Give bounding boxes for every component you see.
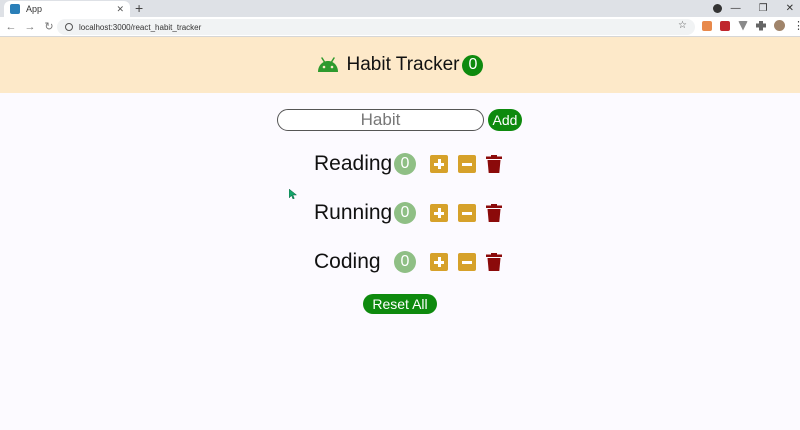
minimize-icon[interactable]: — [731,3,741,14]
extension-icon-2[interactable] [720,20,730,31]
total-count-badge: 0 [462,54,484,76]
habit-row: Running 0 [314,200,502,226]
puzzle-extensions-icon[interactable] [756,20,766,31]
trash-icon[interactable] [486,204,502,222]
minus-square-icon[interactable] [458,253,476,271]
trash-icon[interactable] [486,253,502,271]
browser-tabstrip: App ✕ + — ❐ ✕ [0,0,800,17]
profile-avatar[interactable] [774,20,785,31]
plus-square-icon[interactable] [430,155,448,173]
habit-count-badge: 0 [394,202,416,224]
browser-profile-icon[interactable] [713,4,722,13]
habit-name: Reading [314,152,393,175]
mouse-cursor-icon [289,189,297,199]
tab-close-icon[interactable]: ✕ [116,4,124,15]
add-button[interactable]: Add [488,109,522,131]
plus-square-icon[interactable] [430,253,448,271]
extension-icon-3[interactable] [738,20,748,31]
browser-tab[interactable]: App ✕ [4,1,130,17]
react-favicon-icon [10,4,20,14]
close-window-icon[interactable]: ✕ [786,3,794,14]
extension-icon-1[interactable] [702,20,712,31]
reload-icon[interactable]: ↻ [41,20,57,33]
window-controls: — ❐ ✕ [731,0,794,17]
minus-square-icon[interactable] [458,204,476,222]
minus-square-icon[interactable] [458,155,476,173]
add-habit-form: Add [277,109,522,131]
bookmark-star-icon[interactable]: ☆ [678,20,687,31]
url-text[interactable]: localhost:3000/react_habit_tracker [79,23,201,32]
forward-icon[interactable]: → [22,21,38,33]
habit-name: Coding [314,250,381,273]
browser-menu-icon[interactable]: ⋮ [793,20,800,31]
tab-title: App [26,4,43,14]
browser-toolbar: ← → ↻ localhost:3000/react_habit_tracker… [0,17,800,37]
habit-name: Running [314,201,393,224]
trash-icon[interactable] [486,155,502,173]
habit-input[interactable] [277,109,484,131]
reset-all-button[interactable]: Reset All [363,294,437,314]
extensions-area: ⋮ [702,20,800,31]
app-header: Habit Tracker 0 [0,37,800,93]
habit-count-badge: 0 [394,153,416,175]
info-icon[interactable] [65,23,73,31]
address-bar[interactable]: localhost:3000/react_habit_tracker ☆ [57,19,695,35]
back-icon[interactable]: ← [3,21,19,33]
plus-square-icon[interactable] [430,204,448,222]
new-tab-button[interactable]: + [135,0,143,17]
android-icon [317,57,338,72]
habit-row: Reading 0 [314,151,502,177]
habit-count-badge: 0 [394,251,416,273]
habit-row: Coding 0 [314,249,502,275]
maximize-icon[interactable]: ❐ [759,3,768,14]
app-title: Habit Tracker [346,54,460,75]
